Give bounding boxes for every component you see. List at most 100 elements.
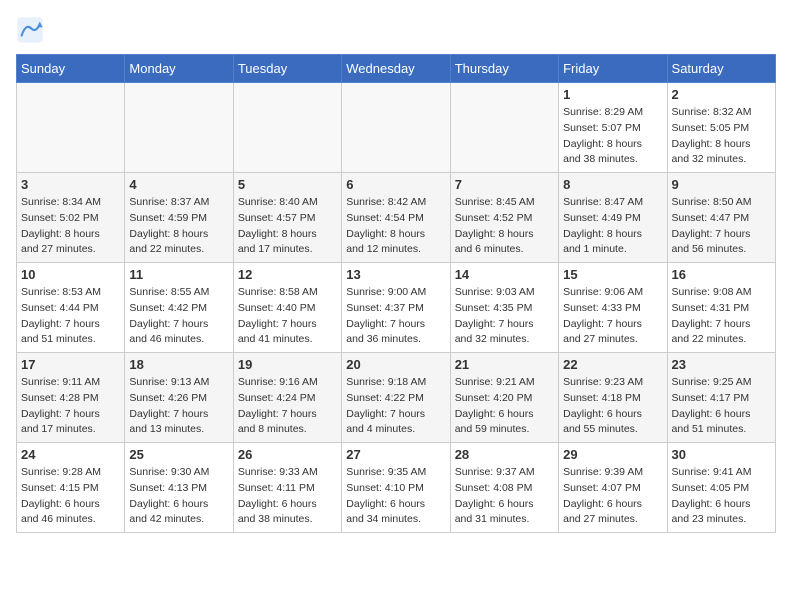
- day-number: 15: [563, 267, 662, 282]
- calendar-cell: 17 Sunrise: 9:11 AMSunset: 4:28 PMDayligh…: [17, 353, 125, 443]
- day-info: Sunrise: 9:00 AMSunset: 4:37 PMDaylight:…: [346, 285, 445, 348]
- calendar-header-monday: Monday: [125, 55, 233, 83]
- day-info: Sunrise: 9:18 AMSunset: 4:22 PMDaylight:…: [346, 375, 445, 438]
- calendar-cell: 2 Sunrise: 8:32 AMSunset: 5:05 PMDaylight…: [667, 83, 775, 173]
- calendar-cell: 16Sunrise: 9:08 AMSunset: 4:31 PMDayligh…: [667, 263, 775, 353]
- calendar-header-row: SundayMondayTuesdayWednesdayThursdayFrid…: [17, 55, 776, 83]
- calendar-cell: 10Sunrise: 8:53 AMSunset: 4:44 PMDayligh…: [17, 263, 125, 353]
- calendar-week-row: 1 Sunrise: 8:29 AMSunset: 5:07 PMDaylight…: [17, 83, 776, 173]
- day-number: 12: [238, 267, 337, 282]
- day-info: Sunrise: 8:34 AMSunset: 5:02 PMDaylight:…: [21, 195, 120, 258]
- calendar-header-thursday: Thursday: [450, 55, 558, 83]
- calendar-cell: 7 Sunrise: 8:45 AMSunset: 4:52 PMDaylight…: [450, 173, 558, 263]
- calendar-week-row: 24 Sunrise: 9:28 AMSunset: 4:15 PMDayligh…: [17, 443, 776, 533]
- calendar-cell: 15 Sunrise: 9:06 AMSunset: 4:33 PMDayligh…: [559, 263, 667, 353]
- calendar-cell: [450, 83, 558, 173]
- header: [16, 16, 776, 44]
- day-info: Sunrise: 8:45 AMSunset: 4:52 PMDaylight:…: [455, 195, 554, 258]
- day-number: 17: [21, 357, 120, 372]
- day-number: 20: [346, 357, 445, 372]
- day-number: 3: [21, 177, 120, 192]
- day-info: Sunrise: 9:25 AMSunset: 4:17 PMDaylight:…: [672, 375, 771, 438]
- day-info: Sunrise: 9:28 AMSunset: 4:15 PMDaylight:…: [21, 465, 120, 528]
- day-number: 9: [672, 177, 771, 192]
- day-number: 11: [129, 267, 228, 282]
- calendar-header-saturday: Saturday: [667, 55, 775, 83]
- day-info: Sunrise: 9:30 AMSunset: 4:13 PMDaylight:…: [129, 465, 228, 528]
- calendar-cell: [17, 83, 125, 173]
- logo: [16, 16, 48, 44]
- day-number: 30: [672, 447, 771, 462]
- day-info: Sunrise: 9:11 AMSunset: 4:28 PMDaylight:…: [21, 375, 120, 438]
- day-number: 28: [455, 447, 554, 462]
- calendar-cell: 6Sunrise: 8:42 AMSunset: 4:54 PMDaylight…: [342, 173, 450, 263]
- calendar-cell: 11 Sunrise: 8:55 AMSunset: 4:42 PMDayligh…: [125, 263, 233, 353]
- day-info: Sunrise: 9:08 AMSunset: 4:31 PMDaylight:…: [672, 285, 771, 348]
- calendar-cell: 27 Sunrise: 9:35 AMSunset: 4:10 PMDayligh…: [342, 443, 450, 533]
- day-number: 27: [346, 447, 445, 462]
- calendar-cell: 19Sunrise: 9:16 AMSunset: 4:24 PMDayligh…: [233, 353, 341, 443]
- calendar-cell: 8 Sunrise: 8:47 AMSunset: 4:49 PMDaylight…: [559, 173, 667, 263]
- calendar-cell: 3 Sunrise: 8:34 AMSunset: 5:02 PMDaylight…: [17, 173, 125, 263]
- calendar-cell: 20 Sunrise: 9:18 AMSunset: 4:22 PMDayligh…: [342, 353, 450, 443]
- day-number: 29: [563, 447, 662, 462]
- calendar-cell: 24 Sunrise: 9:28 AMSunset: 4:15 PMDayligh…: [17, 443, 125, 533]
- calendar-week-row: 17 Sunrise: 9:11 AMSunset: 4:28 PMDayligh…: [17, 353, 776, 443]
- calendar-cell: [125, 83, 233, 173]
- calendar-cell: 23 Sunrise: 9:25 AMSunset: 4:17 PMDayligh…: [667, 353, 775, 443]
- day-number: 25: [129, 447, 228, 462]
- day-number: 18: [129, 357, 228, 372]
- calendar-cell: 4 Sunrise: 8:37 AMSunset: 4:59 PMDaylight…: [125, 173, 233, 263]
- day-info: Sunrise: 8:32 AMSunset: 5:05 PMDaylight:…: [672, 105, 771, 168]
- calendar-header-wednesday: Wednesday: [342, 55, 450, 83]
- day-info: Sunrise: 8:53 AMSunset: 4:44 PMDaylight:…: [21, 285, 120, 348]
- calendar-cell: 14 Sunrise: 9:03 AMSunset: 4:35 PMDayligh…: [450, 263, 558, 353]
- day-info: Sunrise: 9:13 AMSunset: 4:26 PMDaylight:…: [129, 375, 228, 438]
- day-info: Sunrise: 8:42 AMSunset: 4:54 PMDaylight:…: [346, 195, 445, 258]
- day-number: 2: [672, 87, 771, 102]
- day-info: Sunrise: 9:06 AMSunset: 4:33 PMDaylight:…: [563, 285, 662, 348]
- calendar-cell: 13Sunrise: 9:00 AMSunset: 4:37 PMDayligh…: [342, 263, 450, 353]
- day-info: Sunrise: 9:16 AMSunset: 4:24 PMDaylight:…: [238, 375, 337, 438]
- day-number: 5: [238, 177, 337, 192]
- day-info: Sunrise: 9:41 AMSunset: 4:05 PMDaylight:…: [672, 465, 771, 528]
- calendar-cell: 22Sunrise: 9:23 AMSunset: 4:18 PMDayligh…: [559, 353, 667, 443]
- day-info: Sunrise: 8:55 AMSunset: 4:42 PMDaylight:…: [129, 285, 228, 348]
- day-info: Sunrise: 8:37 AMSunset: 4:59 PMDaylight:…: [129, 195, 228, 258]
- calendar-cell: 12Sunrise: 8:58 AMSunset: 4:40 PMDayligh…: [233, 263, 341, 353]
- day-info: Sunrise: 9:03 AMSunset: 4:35 PMDaylight:…: [455, 285, 554, 348]
- day-info: Sunrise: 9:21 AMSunset: 4:20 PMDaylight:…: [455, 375, 554, 438]
- calendar-cell: 30 Sunrise: 9:41 AMSunset: 4:05 PMDayligh…: [667, 443, 775, 533]
- calendar-cell: [233, 83, 341, 173]
- day-number: 24: [21, 447, 120, 462]
- calendar-cell: 5 Sunrise: 8:40 AMSunset: 4:57 PMDaylight…: [233, 173, 341, 263]
- day-info: Sunrise: 8:40 AMSunset: 4:57 PMDaylight:…: [238, 195, 337, 258]
- day-info: Sunrise: 9:39 AMSunset: 4:07 PMDaylight:…: [563, 465, 662, 528]
- calendar-header-tuesday: Tuesday: [233, 55, 341, 83]
- calendar-cell: 28 Sunrise: 9:37 AMSunset: 4:08 PMDayligh…: [450, 443, 558, 533]
- calendar-cell: 9 Sunrise: 8:50 AMSunset: 4:47 PMDaylight…: [667, 173, 775, 263]
- day-number: 14: [455, 267, 554, 282]
- day-number: 1: [563, 87, 662, 102]
- calendar-cell: 25 Sunrise: 9:30 AMSunset: 4:13 PMDayligh…: [125, 443, 233, 533]
- calendar: SundayMondayTuesdayWednesdayThursdayFrid…: [16, 54, 776, 533]
- day-number: 21: [455, 357, 554, 372]
- calendar-header-sunday: Sunday: [17, 55, 125, 83]
- day-info: Sunrise: 8:50 AMSunset: 4:47 PMDaylight:…: [672, 195, 771, 258]
- calendar-cell: 26 Sunrise: 9:33 AMSunset: 4:11 PMDayligh…: [233, 443, 341, 533]
- calendar-week-row: 10Sunrise: 8:53 AMSunset: 4:44 PMDayligh…: [17, 263, 776, 353]
- day-number: 4: [129, 177, 228, 192]
- calendar-cell: 29 Sunrise: 9:39 AMSunset: 4:07 PMDayligh…: [559, 443, 667, 533]
- day-number: 23: [672, 357, 771, 372]
- logo-icon: [16, 16, 44, 44]
- day-number: 8: [563, 177, 662, 192]
- day-number: 7: [455, 177, 554, 192]
- day-info: Sunrise: 9:37 AMSunset: 4:08 PMDaylight:…: [455, 465, 554, 528]
- calendar-week-row: 3 Sunrise: 8:34 AMSunset: 5:02 PMDaylight…: [17, 173, 776, 263]
- day-info: Sunrise: 9:33 AMSunset: 4:11 PMDaylight:…: [238, 465, 337, 528]
- day-info: Sunrise: 8:29 AMSunset: 5:07 PMDaylight:…: [563, 105, 662, 168]
- calendar-cell: 21 Sunrise: 9:21 AMSunset: 4:20 PMDayligh…: [450, 353, 558, 443]
- day-info: Sunrise: 8:47 AMSunset: 4:49 PMDaylight:…: [563, 195, 662, 258]
- day-info: Sunrise: 9:35 AMSunset: 4:10 PMDaylight:…: [346, 465, 445, 528]
- day-number: 26: [238, 447, 337, 462]
